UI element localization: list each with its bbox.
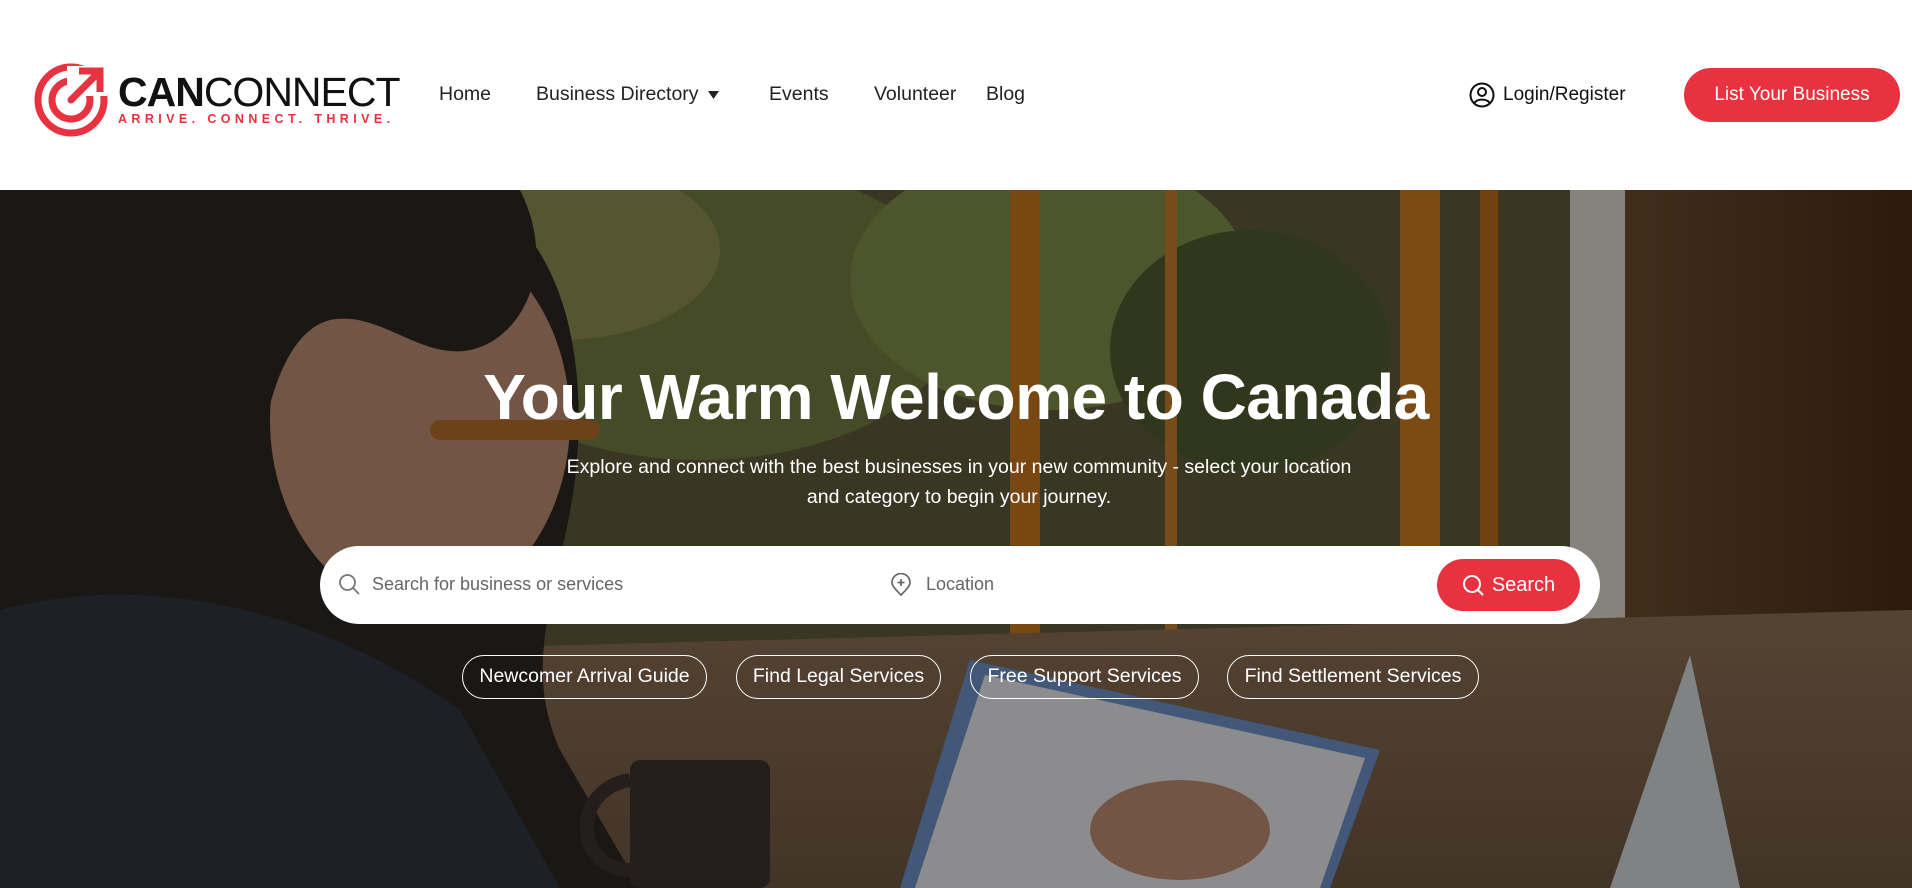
hero-subtitle: Explore and connect with the best busine… [566, 456, 1352, 508]
search-button[interactable]: Search [1437, 559, 1580, 611]
brand-name: CANCONNECT [118, 69, 401, 115]
caret-down-icon [707, 90, 719, 99]
nav-item-business-directory[interactable]: Business Directory [536, 82, 720, 106]
search-button-label: Search [1491, 573, 1556, 596]
hero-title: Your Warm Welcome to Canada [483, 361, 1429, 433]
user-circle-icon [1469, 82, 1495, 108]
site-header: CANCONNECT ARRIVE. CONNECT. THRIVE. Home… [0, 0, 1912, 190]
quick-link-free-support-services[interactable]: Free Support Services [970, 655, 1199, 699]
search-input[interactable] [372, 564, 872, 604]
location-input[interactable] [926, 564, 1406, 604]
hero-background-image [0, 190, 1912, 888]
quick-link-find-settlement-services[interactable]: Find Settlement Services [1227, 655, 1479, 699]
quick-link-find-legal-services[interactable]: Find Legal Services [736, 655, 941, 699]
hero-section: Your Warm Welcome to Canada Explore and … [0, 190, 1912, 888]
brand-tagline: ARRIVE. CONNECT. THRIVE. [118, 112, 395, 126]
search-button-icon [1462, 575, 1484, 596]
login-register-link[interactable]: Login/Register [1469, 82, 1626, 108]
brand-logo[interactable]: CANCONNECT ARRIVE. CONNECT. THRIVE. [33, 62, 401, 138]
logo-mark-icon [34, 63, 108, 137]
nav-item-home[interactable]: Home [439, 82, 491, 106]
location-pin-icon [891, 573, 911, 597]
nav-item-volunteer[interactable]: Volunteer [874, 82, 956, 106]
nav-item-events[interactable]: Events [769, 82, 829, 106]
quick-link-newcomer-arrival-guide[interactable]: Newcomer Arrival Guide [462, 655, 707, 699]
search-icon [339, 574, 360, 595]
login-register-label: Login/Register [1503, 84, 1626, 105]
list-your-business-button[interactable]: List Your Business [1684, 68, 1900, 122]
nav-item-blog[interactable]: Blog [986, 82, 1025, 106]
logo-text: CANCONNECT ARRIVE. CONNECT. THRIVE. [118, 69, 401, 126]
